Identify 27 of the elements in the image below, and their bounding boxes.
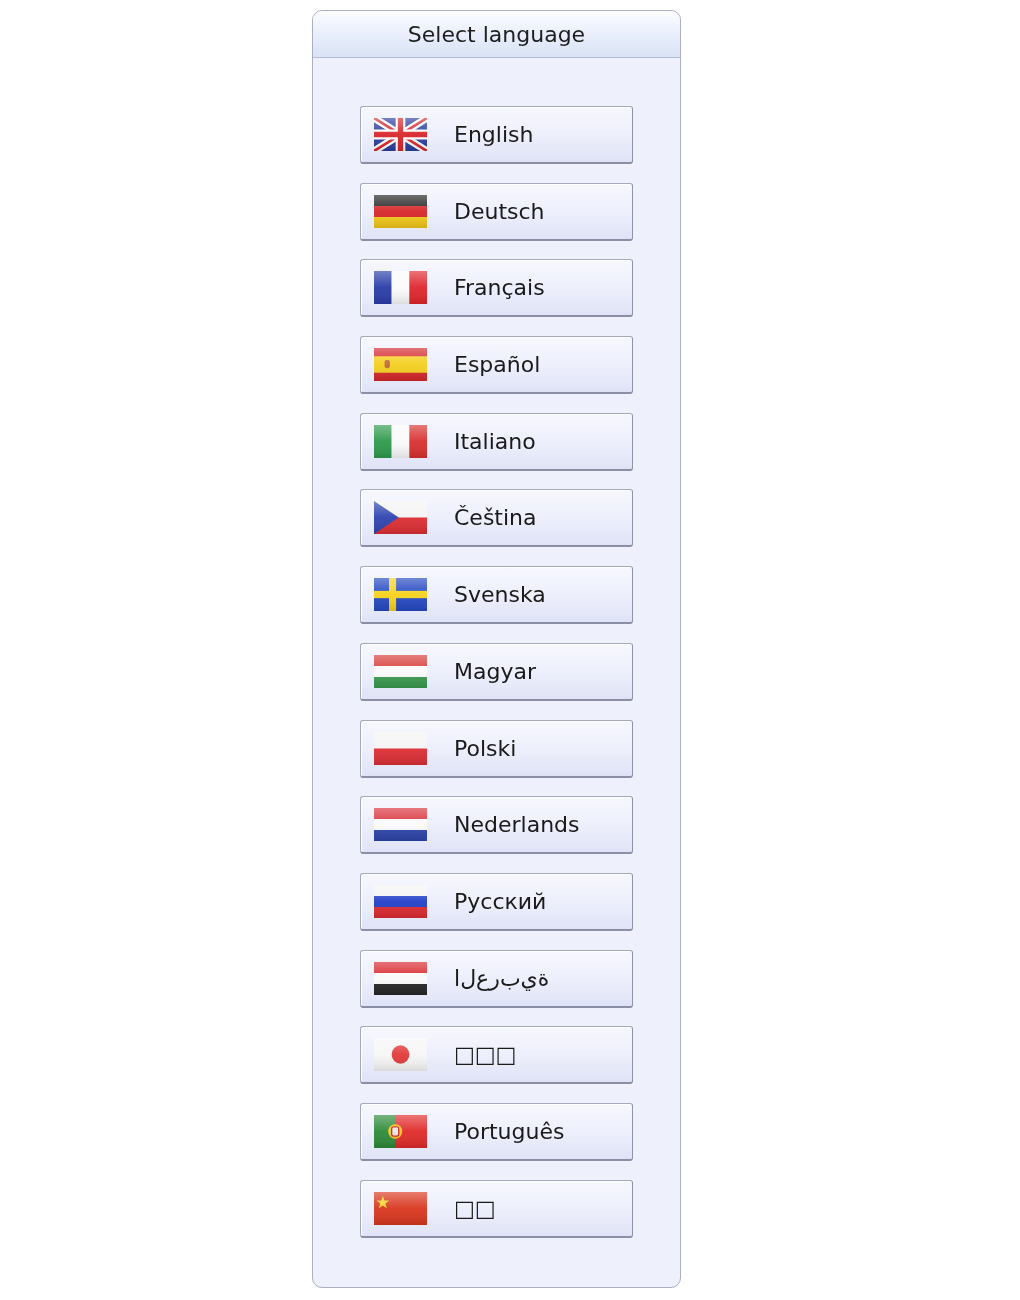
dialog-title: Select language: [407, 21, 586, 47]
italian-flag-icon: [374, 424, 427, 458]
language-button[interactable]: English: [360, 106, 633, 164]
british-flag-icon: [374, 118, 427, 151]
language-button[interactable]: Português: [360, 1102, 633, 1161]
hungarian-flag-icon: [374, 654, 427, 688]
language-button[interactable]: Français: [360, 259, 633, 318]
spanish-flag-icon: [374, 348, 427, 382]
language-button[interactable]: العربية: [360, 949, 633, 1008]
chinese-flag-icon: [374, 1191, 427, 1225]
language-button[interactable]: Italiano: [360, 412, 633, 471]
language-button[interactable]: Español: [360, 336, 633, 395]
language-button[interactable]: Čeština: [360, 489, 633, 548]
language-button[interactable]: Русский: [360, 872, 633, 931]
german-flag-icon: [374, 194, 427, 228]
czech-flag-icon: [374, 501, 427, 535]
language-button[interactable]: Nederlands: [360, 796, 633, 855]
portuguese-flag-icon: [374, 1114, 427, 1148]
swedish-flag-icon: [374, 578, 427, 612]
language-button[interactable]: □□□: [360, 1026, 633, 1085]
french-flag-icon: [374, 271, 427, 305]
language-button[interactable]: □□: [360, 1179, 633, 1238]
language-button[interactable]: Polski: [360, 719, 633, 778]
dutch-flag-icon: [374, 808, 427, 842]
language-button[interactable]: Deutsch: [360, 182, 633, 241]
language-button[interactable]: Magyar: [360, 642, 633, 701]
language-button[interactable]: Svenska: [360, 566, 633, 625]
